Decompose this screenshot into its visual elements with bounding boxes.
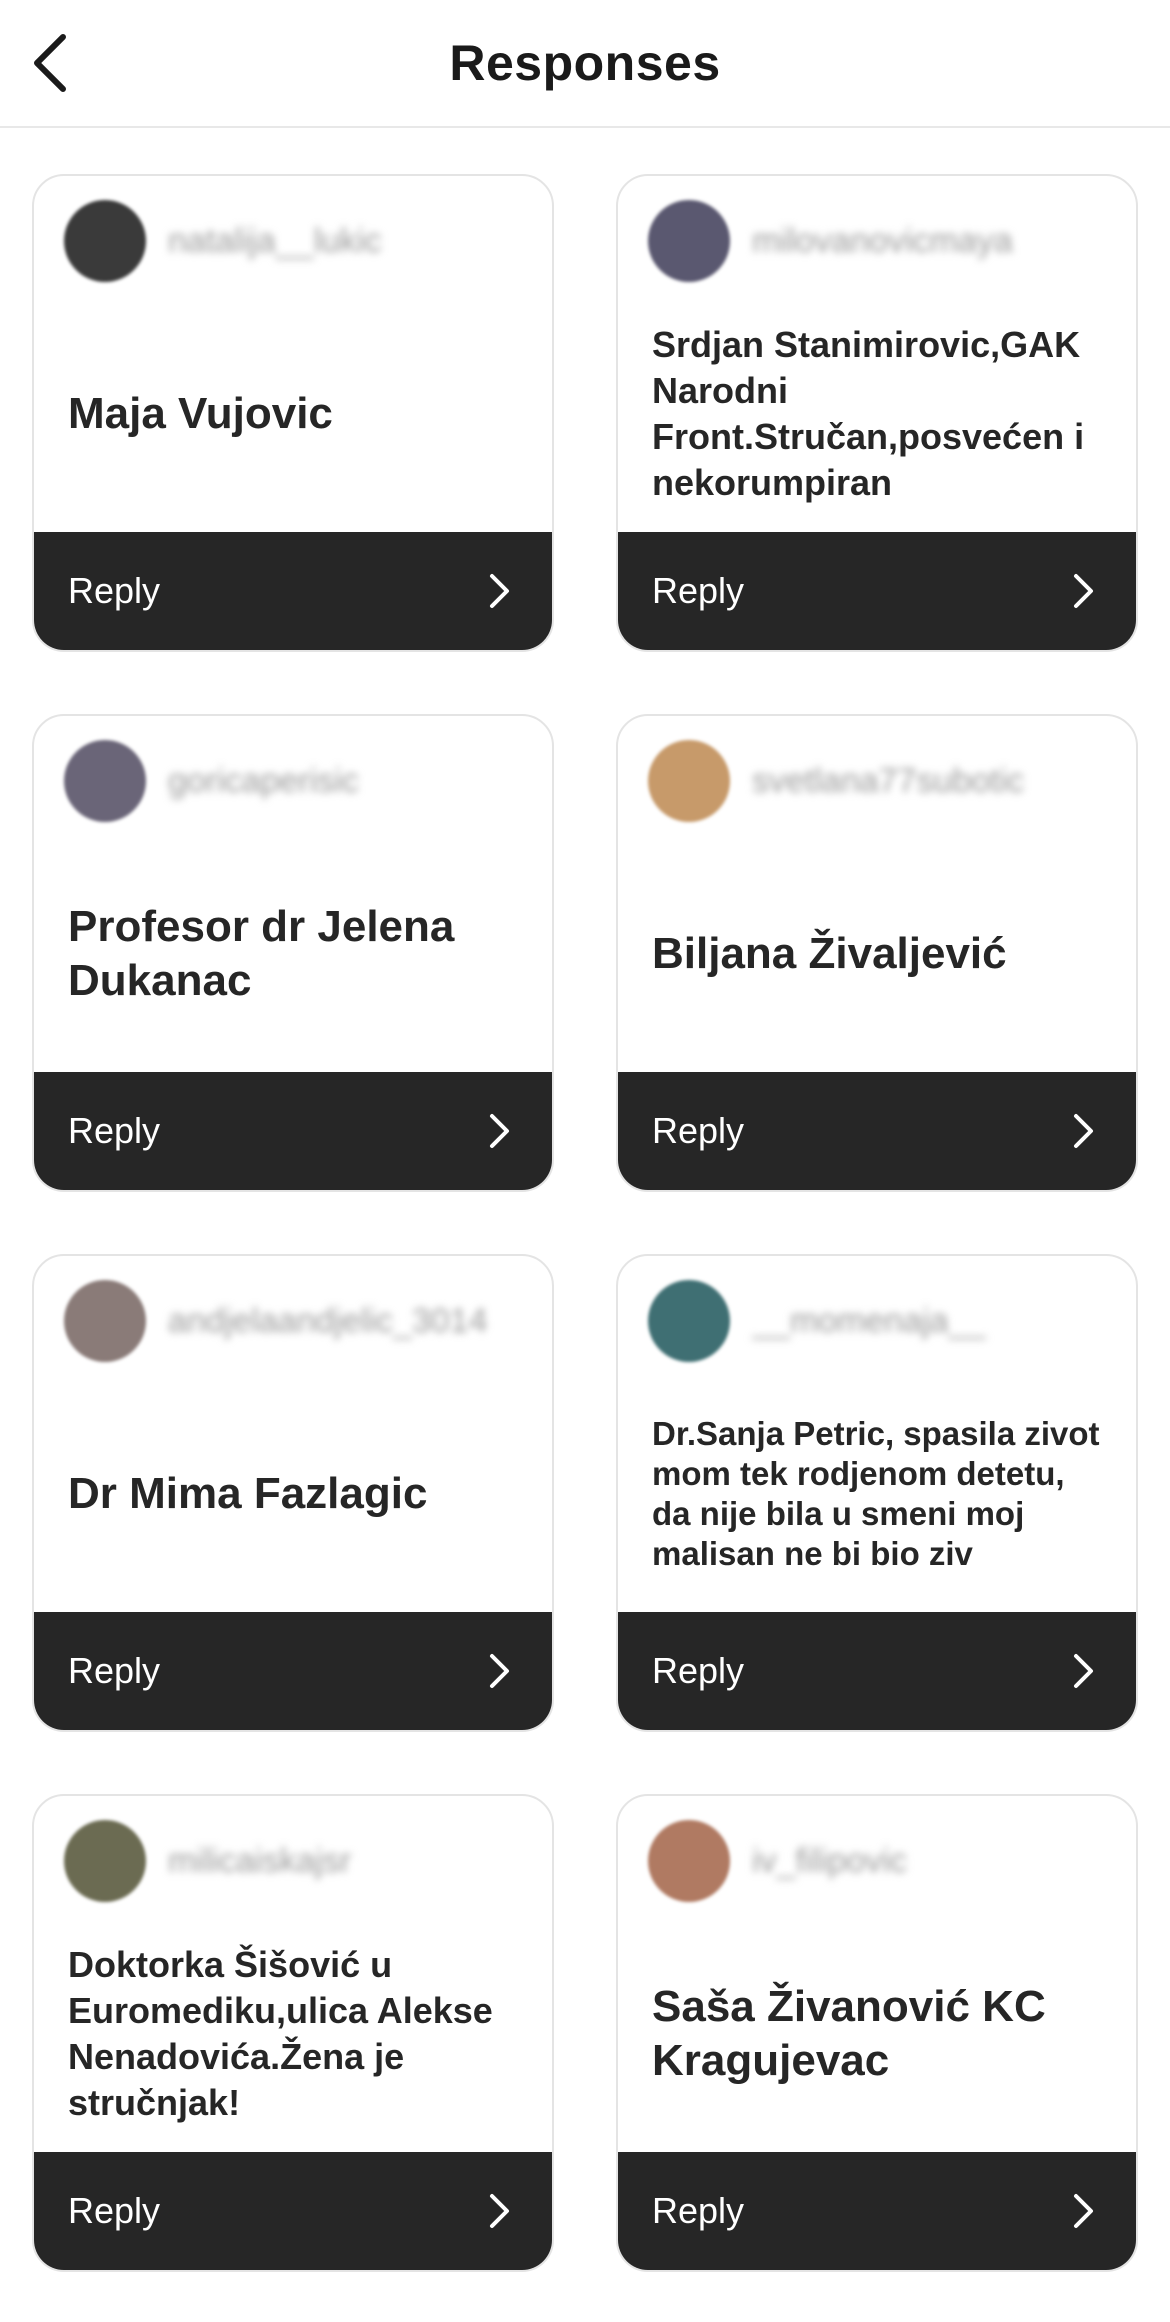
reply-button[interactable]: Reply (618, 1612, 1136, 1730)
username-label[interactable]: goricaperisic (168, 762, 359, 800)
avatar[interactable] (64, 1820, 146, 1902)
reply-button[interactable]: Reply (618, 1072, 1136, 1190)
response-text: Saša Živanović KC Kragujevac (652, 1982, 1046, 2085)
username-label[interactable]: __momenaja__ (752, 1302, 986, 1340)
response-text: Doktorka Šišović u Euromediku,ulica Alek… (68, 1944, 493, 2123)
responses-grid: natalija__lukic Maja Vujovic Reply milov… (32, 174, 1138, 2272)
avatar[interactable] (64, 200, 146, 282)
chevron-right-icon (484, 2191, 516, 2231)
chevron-right-icon (1068, 2191, 1100, 2231)
response-card-8: iv_filipovic Saša Živanović KC Kragujeva… (616, 1794, 1138, 2272)
response-text: Maja Vujovic (68, 389, 333, 438)
username-label[interactable]: iv_filipovic (752, 1842, 907, 1880)
chevron-right-icon (484, 1111, 516, 1151)
reply-button[interactable]: Reply (618, 2152, 1136, 2270)
response-card-7: milicaiskajsr Doktorka Šišović u Euromed… (32, 1794, 554, 2272)
avatar[interactable] (648, 740, 730, 822)
response-text: Dr.Sanja Petric, spasila zivot mom tek r… (652, 1415, 1100, 1572)
response-text: Srdjan Stanimirovic,GAK Narodni Front.St… (652, 324, 1085, 503)
chevron-right-icon (1068, 1651, 1100, 1691)
reply-label: Reply (652, 570, 745, 611)
username-label[interactable]: svetlana77subotic (752, 762, 1024, 800)
response-card-1: natalija__lukic Maja Vujovic Reply (32, 174, 554, 652)
response-card-body: svetlana77subotic Biljana Živaljević (618, 716, 1136, 1076)
reply-button[interactable]: Reply (34, 1612, 552, 1730)
reply-label: Reply (68, 1110, 161, 1151)
chevron-right-icon (1068, 1111, 1100, 1151)
response-card-4: svetlana77subotic Biljana Živaljević Rep… (616, 714, 1138, 1192)
reply-label: Reply (68, 570, 161, 611)
reply-button[interactable]: Reply (34, 1072, 552, 1190)
reply-label: Reply (68, 2190, 161, 2231)
response-card-body: goricaperisic Profesor dr Jelena Dukanac (34, 716, 552, 1076)
response-text: Dr Mima Fazlagic (68, 1469, 428, 1518)
reply-button[interactable]: Reply (34, 532, 552, 650)
username-label[interactable]: andjelaandjelic_3014 (168, 1302, 488, 1340)
response-card-body: natalija__lukic Maja Vujovic (34, 176, 552, 536)
response-text: Profesor dr Jelena Dukanac (68, 902, 455, 1005)
reply-label: Reply (652, 2190, 745, 2231)
avatar[interactable] (64, 740, 146, 822)
avatar[interactable] (648, 200, 730, 282)
reply-label: Reply (68, 1650, 161, 1691)
response-card-2: milovanovicmaya Srdjan Stanimirovic,GAK … (616, 174, 1138, 652)
reply-button[interactable]: Reply (34, 2152, 552, 2270)
avatar[interactable] (64, 1280, 146, 1362)
avatar[interactable] (648, 1280, 730, 1362)
response-card-body: milovanovicmaya Srdjan Stanimirovic,GAK … (618, 176, 1136, 536)
reply-label: Reply (652, 1650, 745, 1691)
response-card-body: andjelaandjelic_3014 Dr Mima Fazlagic (34, 1256, 552, 1616)
reply-button[interactable]: Reply (618, 532, 1136, 650)
username-label[interactable]: natalija__lukic (168, 222, 382, 260)
chevron-right-icon (484, 571, 516, 611)
response-card-body: __momenaja__ Dr.Sanja Petric, spasila zi… (618, 1256, 1136, 1616)
header-bar: Responses (0, 0, 1170, 128)
response-text: Biljana Živaljević (652, 929, 1007, 978)
reply-label: Reply (652, 1110, 745, 1151)
response-card-body: iv_filipovic Saša Živanović KC Kragujeva… (618, 1796, 1136, 2156)
response-card-6: __momenaja__ Dr.Sanja Petric, spasila zi… (616, 1254, 1138, 1732)
response-card-3: goricaperisic Profesor dr Jelena Dukanac… (32, 714, 554, 1192)
username-label[interactable]: milovanovicmaya (752, 222, 1013, 260)
response-card-5: andjelaandjelic_3014 Dr Mima Fazlagic Re… (32, 1254, 554, 1732)
username-label[interactable]: milicaiskajsr (168, 1842, 351, 1880)
page-title: Responses (449, 35, 721, 91)
chevron-right-icon (484, 1651, 516, 1691)
chevron-right-icon (1068, 571, 1100, 611)
avatar[interactable] (648, 1820, 730, 1902)
response-card-body: milicaiskajsr Doktorka Šišović u Euromed… (34, 1796, 552, 2156)
